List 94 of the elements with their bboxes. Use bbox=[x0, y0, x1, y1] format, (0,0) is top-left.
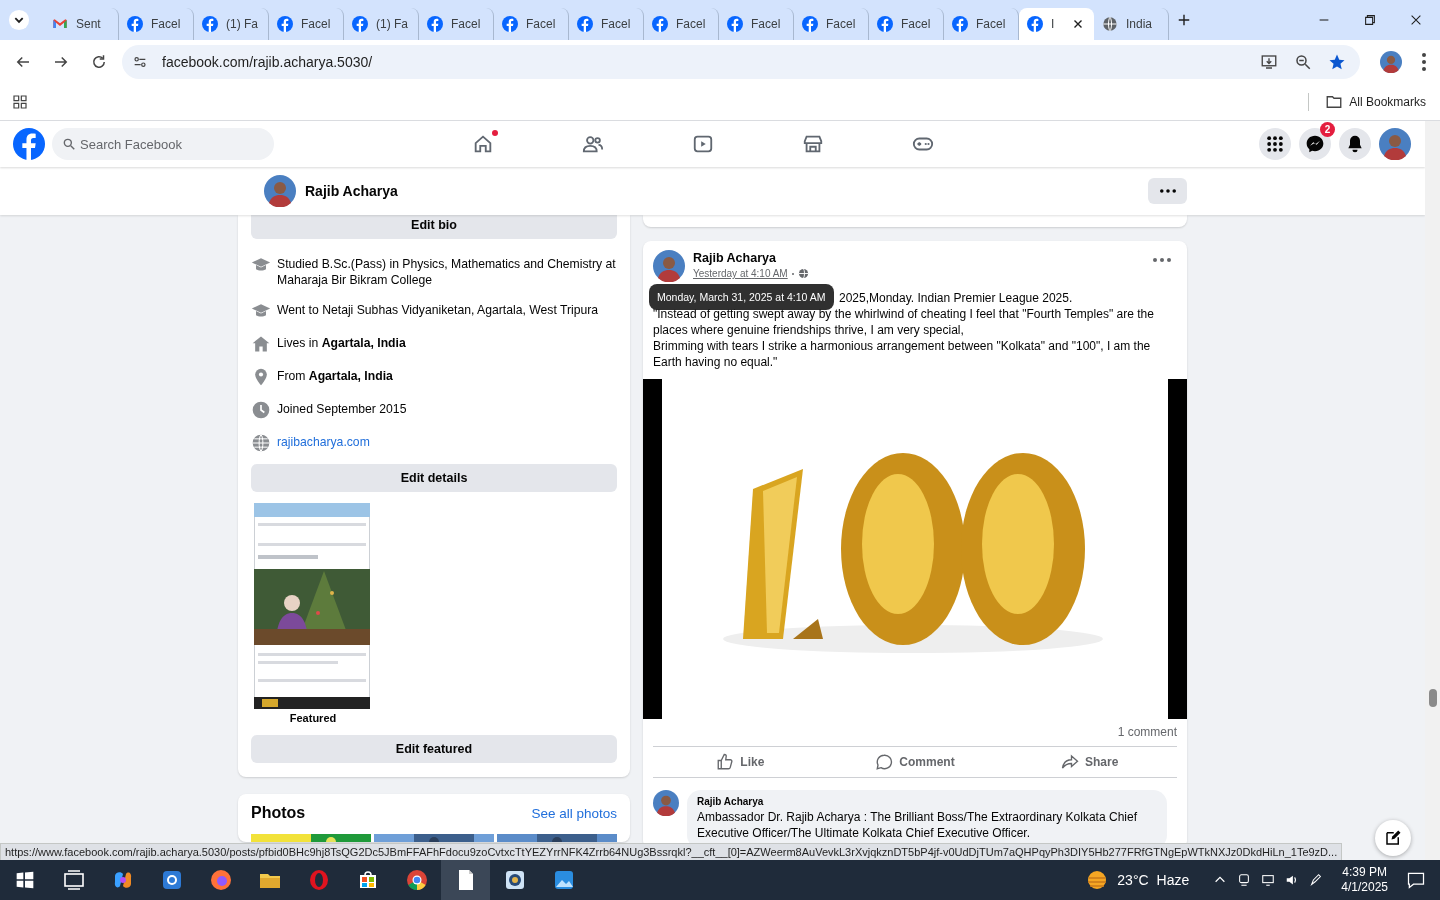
facebook-logo-icon bbox=[352, 16, 368, 32]
more-icon bbox=[1159, 189, 1176, 193]
scrollbar[interactable] bbox=[1425, 121, 1440, 860]
share-arrow-icon bbox=[1061, 753, 1079, 771]
store-icon bbox=[802, 133, 824, 155]
address-bar[interactable]: facebook.com/rajib.acharya.5030/ bbox=[122, 45, 1360, 79]
network-icon bbox=[1261, 873, 1276, 887]
profile-name[interactable]: Rajib Acharya bbox=[305, 183, 398, 199]
comment-button[interactable]: Comment bbox=[827, 747, 1003, 777]
share-button[interactable]: Share bbox=[1002, 747, 1177, 777]
search-field[interactable]: Search Facebook bbox=[52, 128, 274, 160]
search-icon bbox=[62, 137, 76, 151]
intro-detail: Lives in Agartala, India bbox=[277, 335, 406, 351]
bookmarks-folder[interactable]: All Bookmarks bbox=[1325, 93, 1426, 111]
profile-avatar-icon bbox=[264, 175, 296, 207]
globe-icon bbox=[1102, 16, 1118, 32]
taskbar-app[interactable] bbox=[441, 860, 490, 900]
commenter-avatar-icon bbox=[653, 790, 679, 816]
facebook-logo-icon bbox=[502, 16, 518, 32]
intro-detail: From Agartala, India bbox=[277, 368, 393, 384]
facebook-logo-icon bbox=[277, 16, 293, 32]
facebook-logo-icon bbox=[727, 16, 743, 32]
intro-detail: Joined September 2015 bbox=[277, 401, 407, 417]
menu-button[interactable] bbox=[1259, 128, 1291, 160]
status-url: https://www.facebook.com/rajib.acharya.5030/posts/pfbid0BHc9hj8TsQG2Dc5JBmFFAFhFdocu9zoCvtxcTtYEZYrrNFK4Zrrb64NUg3Bssrqkl?__cft__[0]=AZWeerm8AuVevkL3rXvjqkznDT5bP4jf-v0UdDjTUm7aQHPqyPh3DIY5Hb277FRfGTNgEpWTkNXJz0DkdHiLn_1Te9zD... bbox=[0, 843, 1343, 860]
tooltip: Monday, March 31, 2025 at 4:10 AM bbox=[649, 284, 834, 310]
people-icon bbox=[582, 133, 604, 155]
see-all-photos-link[interactable]: See all photos bbox=[531, 805, 617, 821]
fox-globe-icon bbox=[208, 868, 233, 892]
facebook-logo-icon bbox=[1027, 16, 1043, 32]
facebook-logo-icon bbox=[802, 16, 818, 32]
house-icon bbox=[251, 334, 271, 354]
more-icon bbox=[1153, 258, 1171, 262]
clock-icon bbox=[251, 400, 271, 420]
facebook-logo-icon bbox=[202, 16, 218, 32]
globe-icon bbox=[251, 433, 271, 453]
reload-icon bbox=[90, 53, 108, 71]
install-icon bbox=[1260, 53, 1278, 71]
close-icon bbox=[1409, 13, 1423, 27]
more-button[interactable] bbox=[1148, 178, 1187, 204]
like-button[interactable]: Like bbox=[653, 747, 828, 777]
site-settings-icon bbox=[132, 54, 148, 70]
chat-bubble-icon bbox=[1305, 134, 1325, 154]
webcam-icon bbox=[1237, 873, 1252, 887]
account-avatar-icon bbox=[1379, 128, 1411, 160]
apps-grid-icon bbox=[12, 94, 28, 110]
weather-widget[interactable]: 23°C Haze bbox=[1085, 868, 1190, 892]
windows-logo-icon bbox=[14, 870, 35, 890]
grid-icon bbox=[1265, 134, 1285, 154]
browser-tab[interactable]: I bbox=[1019, 8, 1094, 40]
folder-icon bbox=[1325, 93, 1344, 111]
browser-circle-icon bbox=[404, 868, 429, 892]
edit-details-button[interactable]: Edit details bbox=[251, 464, 617, 492]
zoom-icon bbox=[1294, 53, 1312, 71]
intro-detail: Studied B.Sc.(Pass) in Physics, Mathematics and Chemistry at Maharaja Bir Bikram College bbox=[277, 256, 617, 288]
post-text: 2025,Monday. Indian Premier League 2025. bbox=[839, 290, 1073, 306]
thumbs-up-icon bbox=[716, 753, 735, 771]
featured-label: Featured bbox=[288, 712, 338, 724]
intro-detail: Went to Netaji Subhas Vidyaniketan, Agartala, West Tripura bbox=[277, 302, 599, 318]
new-tab-icon bbox=[1177, 13, 1191, 27]
author-name[interactable]: Rajib Acharya bbox=[693, 251, 809, 265]
comment-count[interactable]: 1 comment bbox=[1117, 725, 1177, 739]
notifications-button[interactable] bbox=[1339, 128, 1371, 160]
compose-icon bbox=[1384, 829, 1402, 847]
menu-icon bbox=[1422, 53, 1426, 71]
tab-list-icon bbox=[8, 9, 30, 31]
profile-avatar-icon bbox=[1380, 51, 1402, 73]
facebook-logo-icon bbox=[952, 16, 968, 32]
public-globe-icon bbox=[797, 268, 809, 279]
home-icon bbox=[472, 133, 494, 155]
facebook-logo-icon bbox=[652, 16, 668, 32]
commenter-name[interactable]: Rajib Acharya bbox=[697, 796, 1137, 807]
new-message-button[interactable] bbox=[1375, 820, 1411, 856]
website-link[interactable]: rajibacharya.com bbox=[277, 433, 370, 450]
system-clock[interactable]: 4:39 PM 4/1/2025 bbox=[1341, 865, 1388, 895]
comment-text: Ambassador Dr. Rajib Acharya : The Brilliant Boss/The Extraordinary Kolkata Chief Executive Officer/The Ultimate Kolkata Chief Executive Officer. bbox=[697, 809, 1137, 841]
task-view-icon bbox=[61, 868, 86, 892]
edit-featured-button[interactable]: Edit featured bbox=[251, 735, 617, 763]
post-time-link[interactable]: Yesterday at 4:10 AM bbox=[693, 268, 788, 279]
restore-icon bbox=[1363, 13, 1377, 27]
pen-icon bbox=[1309, 873, 1324, 887]
video-icon bbox=[692, 133, 714, 155]
section-title: Photos bbox=[251, 804, 306, 822]
facebook-logo-icon bbox=[427, 16, 443, 32]
facebook-logo-icon bbox=[577, 16, 593, 32]
facebook-logo-icon bbox=[127, 16, 143, 32]
facebook-logo-icon bbox=[877, 16, 893, 32]
notification-center-icon bbox=[1406, 870, 1426, 890]
star-icon bbox=[1328, 53, 1346, 71]
edit-bio-button[interactable]: Edit bio bbox=[251, 215, 617, 239]
notification-badge: 2 bbox=[1320, 122, 1335, 137]
author-avatar-icon bbox=[653, 250, 685, 282]
speech-bubble-icon bbox=[875, 753, 894, 771]
facebook-logo-icon bbox=[13, 128, 45, 160]
